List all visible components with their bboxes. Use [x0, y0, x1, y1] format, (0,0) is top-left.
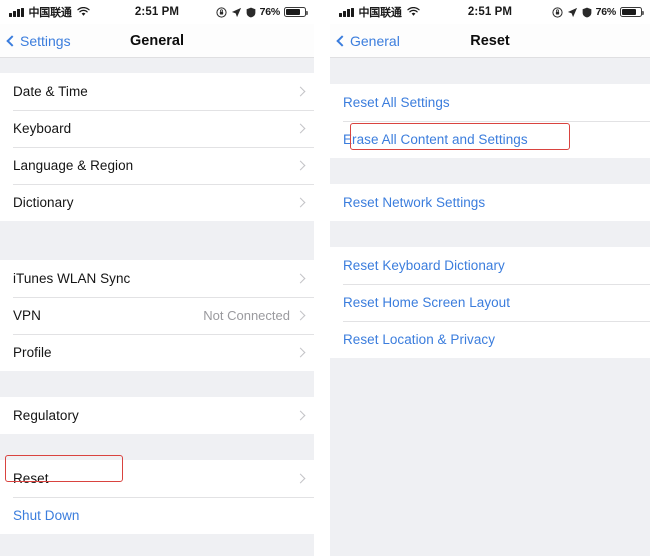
- chevron-right-icon: [295, 410, 306, 421]
- section-gap: [0, 58, 314, 73]
- settings-row-date-time[interactable]: Date & Time: [0, 73, 314, 110]
- settings-row-vpn[interactable]: VPN Not Connected: [0, 297, 314, 334]
- section-gap: [0, 221, 314, 260]
- back-button-general[interactable]: General: [330, 33, 400, 49]
- section-gap: [0, 434, 314, 460]
- nav-bar-right: General Reset: [330, 24, 650, 58]
- reset-row-reset-network-settings[interactable]: Reset Network Settings: [330, 184, 650, 221]
- row-label: Reset Keyboard Dictionary: [343, 258, 505, 273]
- chevron-right-icon: [295, 86, 306, 97]
- settings-row-reset[interactable]: Reset: [0, 460, 314, 497]
- row-label: Reset Location & Privacy: [343, 332, 496, 347]
- battery-percent-label: 76%: [259, 6, 281, 18]
- section-gap: [0, 371, 314, 397]
- chevron-right-icon: [295, 197, 306, 208]
- settings-row-keyboard[interactable]: Keyboard: [0, 110, 314, 147]
- rotation-lock-icon: [551, 6, 563, 18]
- status-bar-right-group: 76%: [215, 0, 308, 24]
- settings-row-regulatory[interactable]: Regulatory: [0, 397, 314, 434]
- chevron-right-icon: [295, 160, 306, 171]
- reset-row-erase-all-content[interactable]: Erase All Content and Settings: [330, 121, 650, 158]
- status-bar-right-group: 76%: [551, 0, 644, 24]
- reset-row-reset-location-privacy[interactable]: Reset Location & Privacy: [330, 321, 650, 358]
- back-button-label: Settings: [20, 32, 71, 49]
- battery-icon: [620, 7, 644, 17]
- settings-row-itunes-wlan-sync[interactable]: iTunes WLAN Sync: [0, 260, 314, 297]
- settings-group-2: iTunes WLAN Sync VPN Not Connected Profi…: [0, 260, 314, 371]
- settings-group-1: Date & Time Keyboard Language & Region D…: [0, 73, 314, 221]
- chevron-right-icon: [295, 347, 306, 358]
- back-button-settings[interactable]: Settings: [0, 33, 71, 49]
- settings-group-3: Regulatory: [0, 397, 314, 434]
- settings-row-language-region[interactable]: Language & Region: [0, 147, 314, 184]
- vpn-status-value: Not Connected: [203, 308, 290, 323]
- status-bar-right: 中国联通 2:51 PM 76%: [330, 0, 650, 24]
- reset-group-1: Reset All Settings Erase All Content and…: [330, 84, 650, 158]
- settings-row-dictionary[interactable]: Dictionary: [0, 184, 314, 221]
- reset-row-reset-home-screen-layout[interactable]: Reset Home Screen Layout: [330, 284, 650, 321]
- row-label: Keyboard: [13, 121, 72, 136]
- row-label: Regulatory: [13, 408, 79, 423]
- row-label: VPN: [13, 308, 41, 323]
- battery-icon: [284, 7, 308, 17]
- settings-row-shut-down[interactable]: Shut Down: [0, 497, 314, 534]
- row-label: Reset Network Settings: [343, 195, 486, 210]
- dual-screenshot-container: 中国联通 2:51 PM 76% Settings General Date &…: [0, 0, 650, 556]
- location-arrow-icon: [231, 7, 241, 17]
- row-label: Dictionary: [13, 195, 74, 210]
- row-label: Reset All Settings: [343, 95, 450, 110]
- left-phone-screen: 中国联通 2:51 PM 76% Settings General Date &…: [0, 0, 314, 556]
- row-label: Shut Down: [13, 508, 80, 523]
- chevron-left-icon: [6, 34, 18, 47]
- do-not-disturb-icon: [582, 7, 591, 17]
- section-gap: [330, 58, 650, 84]
- row-label: iTunes WLAN Sync: [13, 271, 131, 286]
- reset-row-reset-keyboard-dictionary[interactable]: Reset Keyboard Dictionary: [330, 247, 650, 284]
- chevron-right-icon: [295, 310, 306, 321]
- chevron-right-icon: [295, 123, 306, 134]
- section-gap: [330, 158, 650, 184]
- do-not-disturb-icon: [246, 7, 255, 17]
- nav-bar-left: Settings General: [0, 24, 314, 58]
- settings-group-4: Reset Shut Down: [0, 460, 314, 534]
- status-bar-left: 中国联通 2:51 PM 76%: [0, 0, 314, 24]
- chevron-left-icon: [336, 34, 348, 47]
- row-label: Reset: [13, 471, 49, 486]
- row-label: Date & Time: [13, 84, 88, 99]
- row-label: Language & Region: [13, 158, 134, 173]
- reset-row-reset-all-settings[interactable]: Reset All Settings: [330, 84, 650, 121]
- chevron-right-icon: [295, 473, 306, 484]
- reset-group-2: Reset Network Settings: [330, 184, 650, 221]
- panel-divider: [314, 0, 330, 556]
- reset-group-3: Reset Keyboard Dictionary Reset Home Scr…: [330, 247, 650, 358]
- row-label: Profile: [13, 345, 52, 360]
- row-label: Erase All Content and Settings: [343, 132, 528, 147]
- settings-row-profile[interactable]: Profile: [0, 334, 314, 371]
- back-button-label: General: [350, 32, 400, 49]
- battery-percent-label: 76%: [595, 6, 617, 18]
- right-phone-screen: 中国联通 2:51 PM 76% General Reset Reset All…: [330, 0, 650, 556]
- rotation-lock-icon: [215, 6, 227, 18]
- section-gap: [330, 221, 650, 247]
- row-label: Reset Home Screen Layout: [343, 295, 511, 310]
- chevron-right-icon: [295, 273, 306, 284]
- location-arrow-icon: [567, 7, 577, 17]
